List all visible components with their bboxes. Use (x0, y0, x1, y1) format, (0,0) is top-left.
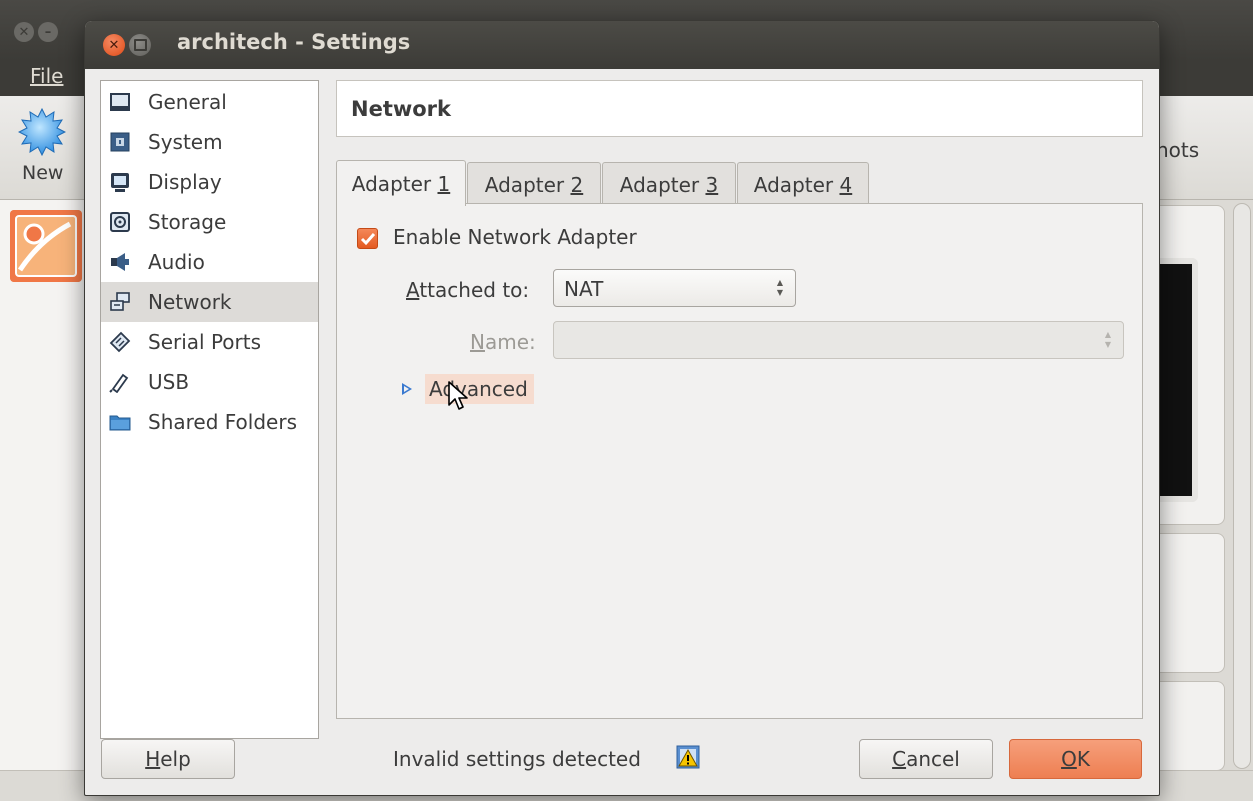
name-label: Name: (470, 330, 536, 354)
ok-button[interactable]: OK (1009, 739, 1142, 779)
attached-to-value: NAT (564, 277, 604, 301)
warning-icon[interactable] (676, 745, 700, 769)
vm-os-icon[interactable] (10, 210, 82, 282)
new-button-label[interactable]: New (22, 162, 63, 184)
category-label: USB (148, 370, 190, 394)
dialog-title: architech - Settings (177, 30, 411, 54)
settings-category-list: General System Display Storage Audio Net… (100, 80, 319, 739)
settings-dialog: ✕ architech - Settings General System Di… (84, 20, 1160, 796)
tab-adapter-3[interactable]: Adapter 3 (602, 162, 736, 206)
category-usb[interactable]: USB (101, 362, 318, 402)
dialog-restore-icon[interactable] (129, 34, 151, 56)
category-label: Shared Folders (148, 410, 297, 434)
page-header: Network (336, 80, 1143, 137)
category-label: Network (148, 290, 232, 314)
shared-folders-icon (109, 415, 131, 431)
category-label: Serial Ports (148, 330, 262, 354)
tab-label: Adapter (753, 172, 840, 197)
spinner-arrows-icon: ▲ ▼ (1104, 330, 1112, 349)
system-icon (110, 132, 130, 152)
new-vm-icon[interactable] (18, 108, 66, 156)
category-storage[interactable]: Storage (101, 202, 318, 242)
details-scrollbar[interactable] (1233, 203, 1251, 769)
details-panel-2 (1150, 681, 1225, 771)
category-system[interactable]: System (101, 122, 318, 162)
category-audio[interactable]: Audio (101, 242, 318, 282)
tab-mnemonic: 1 (437, 171, 451, 196)
tab-adapter-2[interactable]: Adapter 2 (467, 162, 601, 206)
mouse-pointer-icon (448, 381, 468, 410)
category-network[interactable]: Network (101, 282, 318, 322)
category-label: System (148, 130, 223, 154)
tab-mnemonic: 2 (570, 172, 584, 197)
page-title: Network (351, 97, 452, 121)
checkmark-icon (360, 232, 375, 245)
attached-to-select[interactable]: NAT ▲ ▼ (553, 269, 796, 307)
network-icon (110, 292, 130, 311)
help-button[interactable]: Help (101, 739, 235, 779)
storage-icon (110, 212, 130, 232)
advanced-label[interactable]: Advanced (425, 374, 534, 404)
vm-list (0, 200, 90, 770)
usb-icon (109, 373, 129, 393)
serial-ports-icon (109, 331, 131, 353)
main-close-icon[interactable]: ✕ (14, 22, 34, 42)
display-icon (111, 173, 129, 192)
category-label: Storage (148, 210, 227, 234)
tab-mnemonic: 4 (839, 172, 853, 197)
main-minimize-icon[interactable]: – (38, 22, 58, 42)
category-serial-ports[interactable]: Serial Ports (101, 322, 318, 362)
details-panel (1150, 533, 1225, 673)
tab-label: Adapter (484, 172, 571, 197)
expand-triangle-icon[interactable] (402, 383, 412, 395)
tab-mnemonic: 3 (705, 172, 719, 197)
enable-adapter-checkbox[interactable] (357, 228, 378, 249)
attached-to-label: Attached to: (406, 278, 530, 302)
category-general[interactable]: General (101, 82, 318, 122)
category-display[interactable]: Display (101, 162, 318, 202)
tab-adapter-4[interactable]: Adapter 4 (737, 162, 869, 206)
category-label: General (148, 90, 227, 114)
category-label: Audio (148, 250, 205, 274)
dialog-titlebar: ✕ architech - Settings (85, 21, 1159, 69)
audio-icon (111, 253, 129, 271)
category-label: Display (148, 170, 222, 194)
dialog-close-icon[interactable]: ✕ (103, 34, 125, 56)
cancel-button[interactable]: Cancel (859, 739, 993, 779)
snapshots-tab-label[interactable]: hots (1156, 138, 1199, 162)
general-icon (110, 93, 130, 111)
name-select[interactable]: ▲ ▼ (553, 321, 1124, 359)
tab-label: Adapter (619, 172, 706, 197)
spinner-arrows-icon: ▲ ▼ (776, 278, 784, 297)
menu-file[interactable]: File (30, 64, 63, 88)
tab-adapter-1[interactable]: Adapter 1 (336, 160, 466, 206)
category-shared-folders[interactable]: Shared Folders (101, 402, 318, 442)
enable-adapter-label[interactable]: Enable Network Adapter (393, 225, 637, 249)
validation-status-text: Invalid settings detected (393, 747, 641, 771)
tab-label: Adapter (351, 171, 438, 196)
